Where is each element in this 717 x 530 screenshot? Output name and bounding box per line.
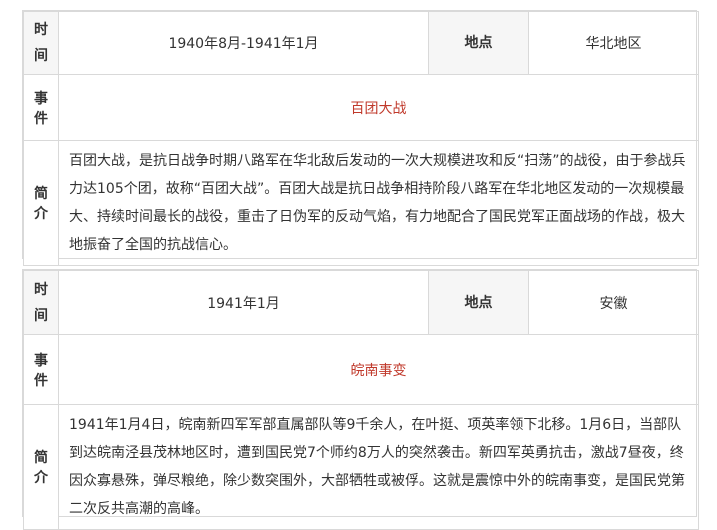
event-card-baituan: 时 间 1940年8月-1941年1月 地点 华北地区 事 件 百团大战 简 介…	[22, 10, 699, 266]
event-header-char-2: 件	[34, 110, 48, 127]
event-header-char-2: 件	[34, 372, 48, 389]
time-header: 时 间	[23, 11, 59, 75]
event-cell: 皖南事变	[58, 334, 699, 405]
event-header-char-1: 事	[34, 352, 48, 369]
place-header: 地点	[428, 270, 529, 335]
event-table: 时 间 1941年1月 地点 安徽 事 件 皖南事变 简 介 1941年1月4日…	[23, 270, 699, 530]
intro-header-char-2: 介	[34, 206, 48, 222]
place-value: 华北地区	[528, 11, 699, 75]
intro-header: 简 介	[23, 140, 59, 266]
time-header-char-2: 间	[34, 48, 48, 64]
event-cell: 百团大战	[58, 74, 699, 141]
intro-header-char-2: 介	[34, 470, 48, 486]
intro-text: 百团大战，是抗日战争时期八路军在华北敌后发动的一次大规模进攻和反“扫荡”的战役，…	[58, 140, 699, 266]
intro-header-char-1: 简	[34, 186, 48, 202]
intro-header-char-1: 简	[34, 450, 48, 466]
event-header: 事 件	[23, 334, 59, 405]
event-header-char-1: 事	[34, 90, 48, 107]
event-table: 时 间 1940年8月-1941年1月 地点 华北地区 事 件 百团大战 简 介…	[23, 11, 699, 266]
time-header-char-2: 间	[34, 307, 48, 324]
time-value: 1941年1月	[58, 270, 429, 335]
event-link[interactable]: 百团大战	[351, 101, 407, 117]
place-value: 安徽	[528, 270, 699, 335]
time-value: 1940年8月-1941年1月	[58, 11, 429, 75]
time-header: 时 间	[23, 270, 59, 335]
event-header: 事 件	[23, 74, 59, 141]
event-card-wannan: 时 间 1941年1月 地点 安徽 事 件 皖南事变 简 介 1941年1月4日…	[22, 269, 699, 530]
place-header: 地点	[428, 11, 529, 75]
time-header-char-1: 时	[34, 22, 48, 38]
intro-header: 简 介	[23, 404, 59, 530]
event-link[interactable]: 皖南事变	[351, 363, 407, 379]
intro-text: 1941年1月4日，皖南新四军军部直属部队等9千余人，在叶挺、项英率领下北移。1…	[58, 404, 699, 530]
time-header-char-1: 时	[34, 281, 48, 298]
